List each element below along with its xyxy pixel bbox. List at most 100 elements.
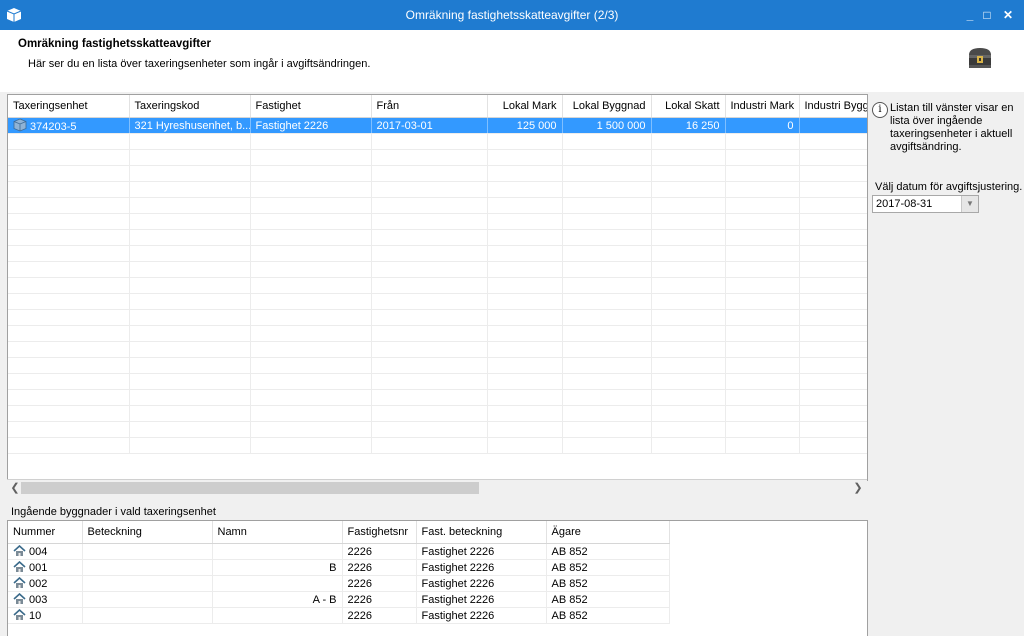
page-title: Omräkning fastighetsskatteavgifter (18, 38, 212, 50)
col-taxeringsenhet[interactable]: Taxeringsenhet (8, 95, 130, 118)
buildings-header-row: Nummer Beteckning Namn Fastighetsnr Fast… (8, 521, 670, 544)
empty-row (8, 309, 867, 326)
table-row[interactable]: 374203-5 321 Hyreshusenhet, b... Fastigh… (8, 117, 867, 134)
table-row[interactable]: 004 2226 Fastighet 2226 AB 852 (8, 543, 670, 560)
wizard-header: Omräkning fastighetsskatteavgifter Här s… (0, 30, 1024, 92)
scrollbar-thumb[interactable] (21, 482, 479, 494)
cell-agare: AB 852 (546, 591, 670, 608)
cell-namn (212, 575, 343, 592)
cell-fastighet: Fastighet 2226 (250, 117, 372, 134)
col-fast-beteckning[interactable]: Fast. beteckning (416, 521, 547, 544)
empty-row (8, 437, 867, 454)
buildings-grid[interactable]: Nummer Beteckning Namn Fastighetsnr Fast… (7, 520, 868, 636)
cell-beteckning (82, 591, 213, 608)
empty-row (8, 405, 867, 422)
cell-fast-beteckning: Fastighet 2226 (416, 591, 547, 608)
col-fastighetsnr[interactable]: Fastighetsnr (342, 521, 417, 544)
cell-taxeringsenhet: 374203-5 (8, 117, 130, 134)
house-icon (13, 577, 26, 588)
cell-fast-beteckning: Fastighet 2226 (416, 543, 547, 560)
chevron-down-icon[interactable]: ▼ (961, 196, 978, 212)
date-label: Välj datum för avgiftsjustering. (875, 181, 1023, 193)
units-table: Taxeringsenhet Taxeringskod Fastighet Fr… (8, 95, 867, 454)
cell-nummer: 10 (8, 607, 83, 624)
cell-fastighetsnr: 2226 (342, 559, 417, 576)
cell-beteckning (82, 575, 213, 592)
empty-row (8, 213, 867, 230)
cell-industri-byggnad (799, 117, 867, 134)
cell-namn (212, 607, 343, 624)
info-text: Listan till vänster visar en lista över … (890, 102, 1014, 153)
house-icon (13, 545, 26, 556)
cell-nummer: 002 (8, 575, 83, 592)
date-dropdown[interactable]: 2017-08-31 ▼ (872, 195, 979, 213)
cell-value: 001 (29, 562, 48, 574)
col-taxeringskod[interactable]: Taxeringskod (129, 95, 251, 118)
units-header-row: Taxeringsenhet Taxeringskod Fastighet Fr… (8, 95, 867, 118)
cell-industri-mark: 0 (725, 117, 800, 134)
window-title: Omräkning fastighetsskatteavgifter (2/3) (405, 8, 619, 22)
table-row[interactable]: 002 2226 Fastighet 2226 AB 852 (8, 575, 670, 592)
col-nummer[interactable]: Nummer (8, 521, 83, 544)
table-row[interactable]: 001 B 2226 Fastighet 2226 AB 852 (8, 559, 670, 576)
col-fran[interactable]: Från (371, 95, 488, 118)
empty-row (8, 277, 867, 294)
cell-value: 374203-5 (30, 121, 77, 133)
empty-row (8, 181, 867, 198)
close-button[interactable]: ✕ (998, 5, 1018, 25)
cell-agare: AB 852 (546, 575, 670, 592)
house-icon (13, 593, 26, 604)
taxeringsenheter-grid[interactable]: Taxeringsenhet Taxeringskod Fastighet Fr… (7, 94, 868, 481)
scroll-left-arrow-icon[interactable]: ❮ (8, 481, 22, 495)
empty-row (8, 341, 867, 358)
cell-beteckning (82, 543, 213, 560)
cell-taxeringskod: 321 Hyreshusenhet, b... (129, 117, 251, 134)
col-lokal-skatt[interactable]: Lokal Skatt (651, 95, 726, 118)
cell-fast-beteckning: Fastighet 2226 (416, 575, 547, 592)
cell-beteckning (82, 559, 213, 576)
empty-row (8, 149, 867, 166)
col-agare[interactable]: Ägare (546, 521, 670, 544)
cell-value: 003 (29, 594, 48, 606)
col-namn[interactable]: Namn (212, 521, 343, 544)
cell-agare: AB 852 (546, 559, 670, 576)
window-titlebar: Omräkning fastighetsskatteavgifter (2/3)… (0, 0, 1024, 30)
cell-fastighetsnr: 2226 (342, 591, 417, 608)
units-horizontal-scrollbar[interactable]: ❮ ❯ (7, 479, 867, 497)
empty-row (8, 229, 867, 246)
cell-namn: B (212, 559, 343, 576)
col-industri-byggnad[interactable]: Industri Byggnad (799, 95, 867, 118)
empty-row (8, 389, 867, 406)
cell-fastighetsnr: 2226 (342, 575, 417, 592)
cell-nummer: 001 (8, 559, 83, 576)
empty-row (8, 197, 867, 214)
unit-box-icon (13, 118, 27, 132)
empty-row (8, 261, 867, 278)
empty-row (8, 245, 867, 262)
cell-fast-beteckning: Fastighet 2226 (416, 607, 547, 624)
empty-row (8, 373, 867, 390)
cell-beteckning (82, 607, 213, 624)
date-value: 2017-08-31 (876, 198, 933, 210)
col-lokal-byggnad[interactable]: Lokal Byggnad (562, 95, 652, 118)
scroll-right-arrow-icon[interactable]: ❯ (851, 481, 865, 495)
info-panel: i Listan till vänster visar en lista öve… (872, 102, 1020, 154)
cell-lokal-skatt: 16 250 (651, 117, 726, 134)
cell-value: 002 (29, 578, 48, 590)
col-beteckning[interactable]: Beteckning (82, 521, 213, 544)
col-lokal-mark[interactable]: Lokal Mark (487, 95, 563, 118)
cell-value: 004 (29, 546, 48, 558)
table-row[interactable]: 003 A - B 2226 Fastighet 2226 AB 852 (8, 591, 670, 608)
house-icon (13, 609, 26, 620)
cell-nummer: 003 (8, 591, 83, 608)
empty-row (8, 357, 867, 374)
table-row[interactable]: 10 2226 Fastighet 2226 AB 852 (8, 607, 670, 624)
col-industri-mark[interactable]: Industri Mark (725, 95, 800, 118)
cell-fast-beteckning: Fastighet 2226 (416, 559, 547, 576)
empty-row (8, 325, 867, 342)
cell-agare: AB 852 (546, 607, 670, 624)
cell-fastighetsnr: 2226 (342, 543, 417, 560)
maximize-button[interactable]: □ (977, 5, 997, 25)
empty-row (8, 421, 867, 438)
col-fastighet[interactable]: Fastighet (250, 95, 372, 118)
